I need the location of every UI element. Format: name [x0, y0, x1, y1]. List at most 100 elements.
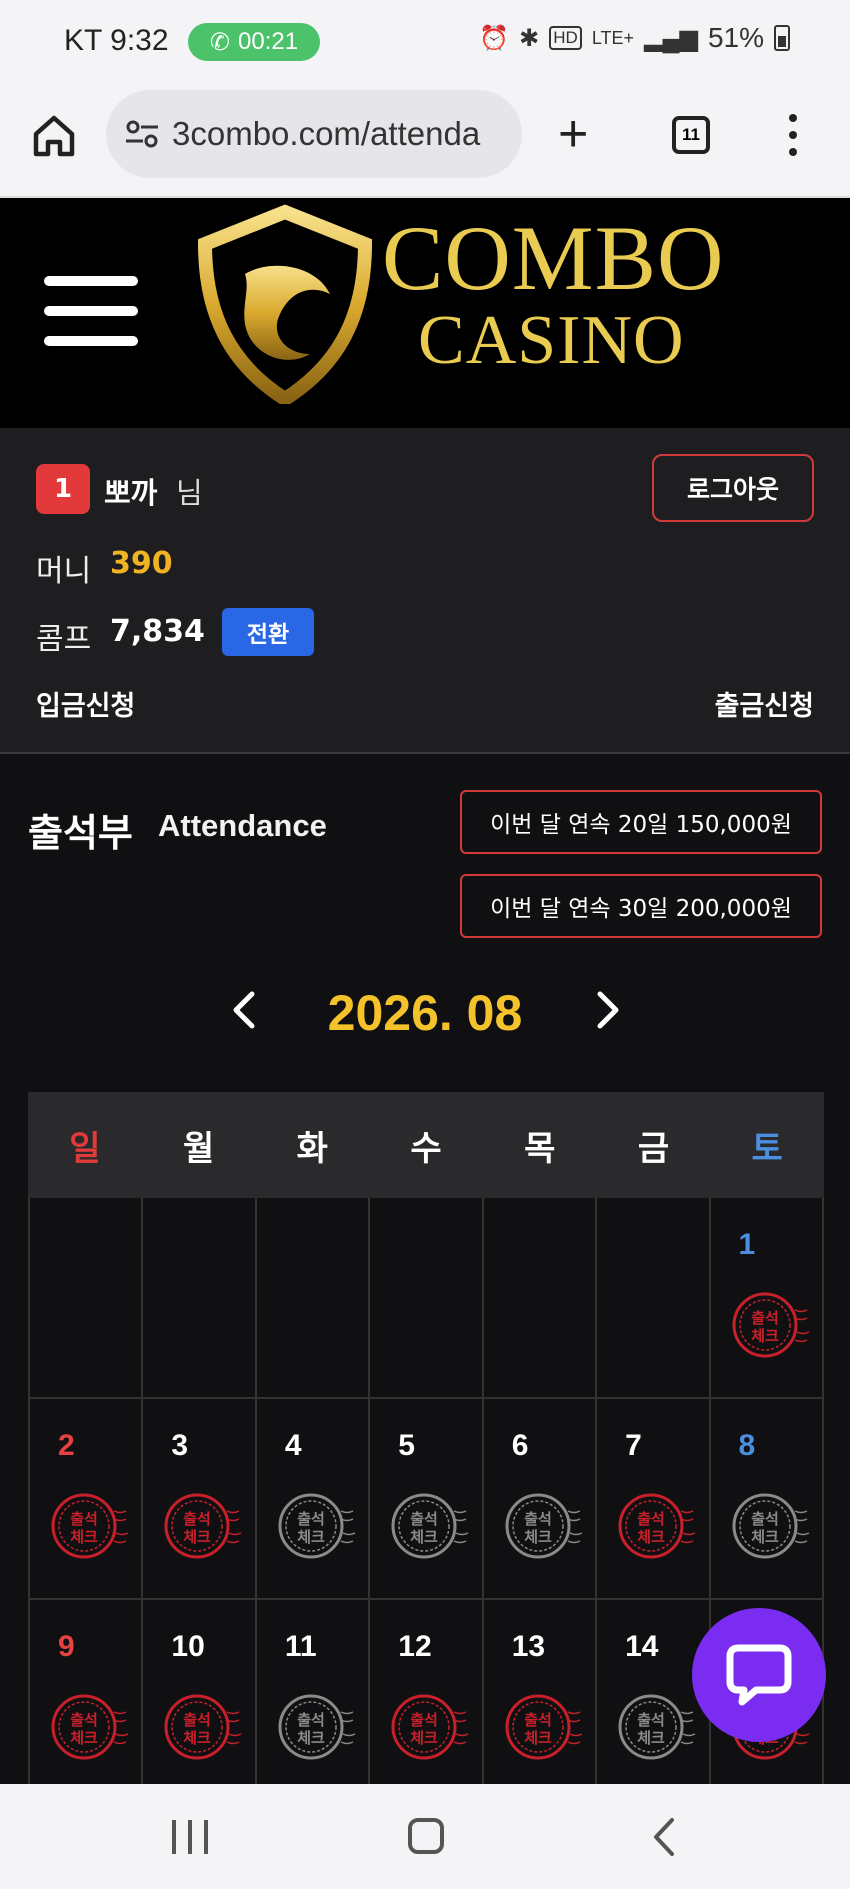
logo-shield-icon[interactable] — [190, 204, 380, 404]
calendar-day-number: 4 — [284, 1429, 302, 1462]
calendar-day-number: 13 — [511, 1630, 546, 1663]
username: 뽀까 — [104, 476, 158, 510]
hd-icon: HD — [549, 26, 582, 50]
calendar-day-number: 6 — [511, 1429, 529, 1462]
logo-line-2: CASINO — [418, 302, 685, 379]
stamp-text-line-2: 체크 — [637, 1528, 665, 1546]
calendar-day-cell[interactable]: 6 출석 체크 — [484, 1399, 598, 1598]
deposit-request-link[interactable]: 입금신청 — [36, 684, 135, 723]
home-nav-icon[interactable] — [408, 1818, 444, 1854]
stamp-text-line-2: 체크 — [410, 1729, 438, 1747]
bluetooth-icon: ✱ — [519, 24, 540, 52]
weekday-mon: 월 — [182, 1128, 215, 1169]
calendar-day-cell[interactable]: 1 출석 체크 — [711, 1198, 824, 1397]
attendance-title: 출석부 — [28, 811, 133, 855]
phone-icon: ✆ — [209, 28, 231, 56]
stamp-text-line-1: 출석 — [524, 1510, 552, 1528]
calendar-day-number: 8 — [738, 1429, 756, 1462]
stamp-text-line-2: 체크 — [184, 1528, 212, 1546]
attendance-stamp-checked-icon: 출석체크 — [618, 1493, 696, 1559]
stamp-text-line-1: 출석 — [184, 1711, 212, 1729]
weekday-header: 일 월 화 수 목 금 토 — [28, 1092, 824, 1198]
site-settings-icon[interactable] — [124, 119, 160, 149]
calendar-day-number: 14 — [625, 1630, 659, 1663]
stamp-text-line-1: 출석 — [751, 1309, 779, 1327]
stamp-text-line-2: 체크 — [524, 1528, 552, 1546]
weekday-sun: 일 — [69, 1128, 101, 1169]
back-icon[interactable] — [650, 1816, 678, 1858]
new-tab-icon[interactable]: + — [558, 108, 588, 160]
calendar-day-number: 12 — [398, 1630, 432, 1663]
money-value: 390 — [110, 546, 173, 581]
menu-icon[interactable] — [44, 276, 138, 346]
calendar-day-cell[interactable]: 4 출석 체크 — [257, 1399, 371, 1598]
chat-icon — [726, 1644, 792, 1706]
attendance-stamp-checked-icon: 출석체크 — [51, 1694, 129, 1760]
stamp-text-line-1: 출석 — [410, 1711, 438, 1729]
call-timer: 00:21 — [238, 28, 299, 55]
site-header: COMBO CASINO — [0, 198, 850, 428]
attendance-stamp-unchecked-icon: 출석체크 — [278, 1493, 356, 1559]
stamp-text-line-2: 체크 — [524, 1729, 552, 1747]
calendar-day-number: 5 — [398, 1429, 415, 1462]
level-badge: 1 — [36, 464, 90, 514]
stamp-text-line-2: 체크 — [297, 1729, 325, 1747]
calendar-empty-cell — [597, 1198, 711, 1397]
status-icons: ⏰ ✱ HD LTE+ ▂▄▆ 51% — [479, 22, 790, 54]
tab-switcher-button[interactable]: 11 — [672, 116, 710, 154]
comp-value: 7,834 — [110, 614, 205, 649]
calendar-empty-cell — [143, 1198, 257, 1397]
live-chat-button[interactable] — [692, 1608, 826, 1742]
battery-percent: 51% — [707, 22, 764, 53]
calendar-day-number: 11 — [284, 1630, 317, 1663]
attendance-stamp-checked-icon: 출석체크 — [391, 1694, 469, 1760]
calendar-empty-cell — [30, 1198, 144, 1397]
calendar-empty-cell — [257, 1198, 371, 1397]
logout-button[interactable]: 로그아웃 — [652, 454, 814, 522]
honorific: 님 — [176, 476, 203, 510]
convert-button[interactable]: 전환 — [222, 608, 314, 656]
call-indicator[interactable]: ✆ 00:21 — [188, 23, 320, 61]
calendar-day-cell[interactable]: 12 출석 체크 — [370, 1600, 484, 1799]
weekday-sat: 토 — [751, 1128, 783, 1169]
stamp-text-line-1: 출석 — [751, 1510, 779, 1528]
stamp-text-line-2: 체크 — [410, 1528, 438, 1546]
calendar-day-cell[interactable]: 7 출석 체크 — [597, 1399, 711, 1598]
calendar-day-cell[interactable]: 8 출석 체크 — [711, 1399, 824, 1598]
chevron-right-icon[interactable] — [590, 988, 626, 1032]
month-label: 2026. 08 — [327, 985, 523, 1041]
calendar-day-cell[interactable]: 3 출석 체크 — [143, 1399, 257, 1598]
stamp-text-line-2: 체크 — [637, 1729, 665, 1747]
weekday-wed: 수 — [410, 1128, 442, 1169]
recent-apps-icon[interactable] — [172, 1820, 208, 1854]
withdraw-request-link[interactable]: 출금신청 — [715, 684, 814, 723]
attendance-stamp-unchecked-icon: 출석체크 — [732, 1493, 809, 1559]
calendar-day-cell[interactable]: 11 출석 체크 — [257, 1600, 371, 1799]
calendar-day-cell[interactable]: 5 출석 체크 — [370, 1399, 484, 1598]
calendar-day-cell[interactable]: 13 출석 체크 — [484, 1600, 598, 1799]
logo-text[interactable]: COMBO CASINO — [382, 212, 724, 376]
address-bar[interactable]: 3combo.com/attenda — [106, 90, 522, 178]
stamp-text-line-2: 체크 — [184, 1729, 212, 1747]
calendar-empty-cell — [484, 1198, 598, 1397]
attendance-stamp-checked-icon: 출석체크 — [732, 1292, 809, 1358]
calendar-day-cell[interactable]: 10 출석 체크 — [143, 1600, 257, 1799]
comp-label: 콤프 — [36, 622, 92, 657]
stamp-text-line-1: 출석 — [70, 1510, 98, 1528]
attendance-stamp-checked-icon: 출석체크 — [164, 1694, 242, 1760]
battery-icon — [774, 25, 790, 51]
stamp-text-line-1: 출석 — [297, 1510, 325, 1528]
system-nav-bar — [0, 1784, 850, 1889]
calendar-day-cell[interactable]: 14 출석 체크 — [597, 1600, 711, 1799]
more-menu-icon[interactable] — [788, 114, 798, 156]
weekday-fri: 금 — [637, 1128, 670, 1169]
calendar-day-cell[interactable]: 9 출석 체크 — [30, 1600, 144, 1799]
calendar-day-number: 9 — [58, 1630, 75, 1663]
calendar-day-number: 2 — [58, 1429, 75, 1462]
reward-30-days: 이번 달 연속 30일 200,000원 — [460, 874, 822, 938]
stamp-text-line-2: 체크 — [751, 1327, 779, 1345]
calendar-day-cell[interactable]: 2 출석 체크 — [30, 1399, 144, 1598]
stamp-text-line-1: 출석 — [524, 1711, 552, 1729]
home-icon[interactable] — [30, 112, 78, 160]
chevron-left-icon[interactable] — [226, 988, 262, 1032]
